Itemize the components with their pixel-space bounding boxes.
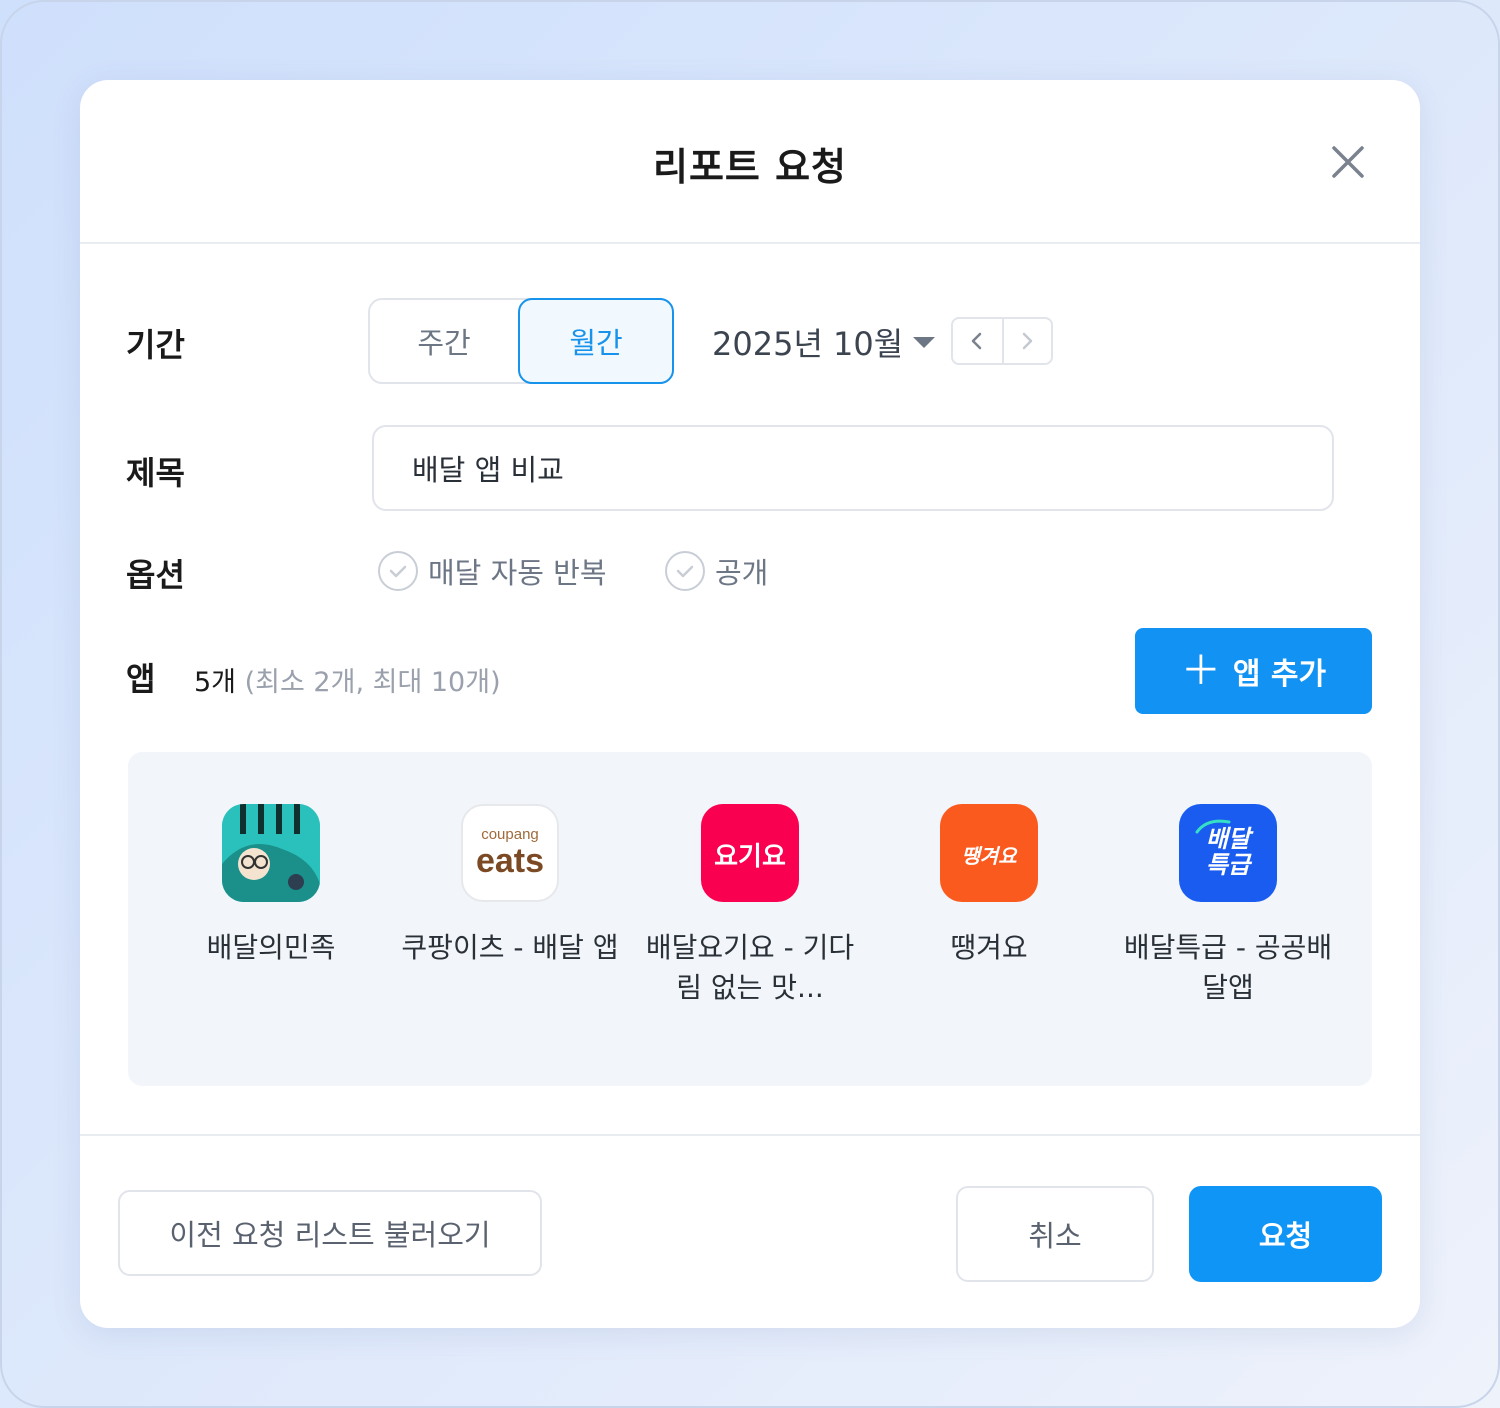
cancel-button[interactable]: 취소 [956,1186,1154,1282]
auto-repeat-checkbox[interactable]: 매달 자동 반복 [378,550,607,592]
auto-repeat-label: 매달 자동 반복 [428,556,607,590]
month-pager [951,317,1053,365]
baemin-app-icon [222,804,320,902]
options-label: 옵션 [126,556,185,594]
app-count-info: 5개 (최소 2개, 최대 10개) [194,660,501,699]
check-circle-icon [665,551,705,591]
dialog-header: 리포트 요청 [80,80,1420,244]
app-name: 배달요기요 - 기다림 없는 맛... [645,931,855,1004]
app-item[interactable]: 요기요 배달요기요 - 기다림 없는 맛... [640,804,860,1008]
teukgeup-wordmark-line2: 특급 [1205,851,1251,879]
coupang-eats-app-icon: coupang eats [461,804,559,902]
ddangyo-app-icon: 땡겨요 [940,804,1038,902]
teukgeup-wordmark-line1: 배달 [1205,825,1251,853]
add-app-button[interactable]: ＋ 앱 추가 [1135,628,1372,714]
public-label: 공개 [715,556,769,590]
footer-divider [80,1134,1420,1136]
app-name: 쿠팡이츠 - 배달 앱 [401,931,619,964]
submit-request-button[interactable]: 요청 [1189,1186,1382,1282]
app-name: 배달특급 - 공공배달앱 [1123,931,1333,1004]
app-name: 땡겨요 [950,931,1028,964]
public-checkbox[interactable]: 공개 [665,550,768,592]
yogiyo-wordmark: 요기요 [714,842,786,872]
month-value: 2025년 10월 [712,325,904,363]
period-weekly-button[interactable]: 주간 [368,298,520,384]
check-circle-icon [378,551,418,591]
chevron-left-icon [972,332,982,350]
ddangyo-wordmark: 땡겨요 [961,844,1017,868]
app-item[interactable]: 배달의민족 [161,804,381,968]
yogiyo-app-icon: 요기요 [701,804,799,902]
period-label: 기간 [126,326,185,364]
prev-month-button[interactable] [953,319,1002,363]
app-item[interactable]: 배달 특급 배달특급 - 공공배달앱 [1118,804,1338,1008]
plus-icon: ＋ [1180,648,1221,694]
app-name: 배달의민족 [206,931,336,964]
apps-label: 앱 [126,660,156,698]
month-dropdown[interactable]: 2025년 10월 [712,318,936,366]
app-item[interactable]: 땡겨요 땡겨요 [879,804,1099,968]
load-previous-requests-button[interactable]: 이전 요청 리스트 불러오기 [118,1190,542,1276]
add-app-label: 앱 추가 [1232,657,1327,692]
app-limit: (최소 2개, 최대 10개) [244,667,501,698]
report-request-dialog: 리포트 요청 기간 주간 월간 2025년 10월 제목 옵 [80,80,1420,1328]
baedal-teukgeup-app-icon: 배달 특급 [1179,804,1277,902]
close-icon [1332,146,1364,178]
caret-down-icon [913,336,936,348]
coupang-wordmark: coupang [481,826,539,843]
close-button[interactable] [1326,140,1370,184]
next-month-button[interactable] [1001,319,1051,363]
header-divider [80,242,1420,244]
period-monthly-button[interactable]: 월간 [518,298,674,384]
chevron-right-icon [1023,332,1033,350]
app-item[interactable]: coupang eats 쿠팡이츠 - 배달 앱 [400,804,620,968]
report-title-input[interactable] [372,425,1334,511]
selected-apps-panel: 배달의민족 coupang eats 쿠팡이츠 - 배달 앱 요기요 배달요기요… [128,752,1372,1086]
eats-wordmark: eats [475,842,545,880]
dialog-title: 리포트 요청 [652,145,848,189]
report-title-label: 제목 [126,454,185,492]
app-count: 5개 [194,667,237,698]
period-toggle: 주간 월간 [368,298,674,384]
